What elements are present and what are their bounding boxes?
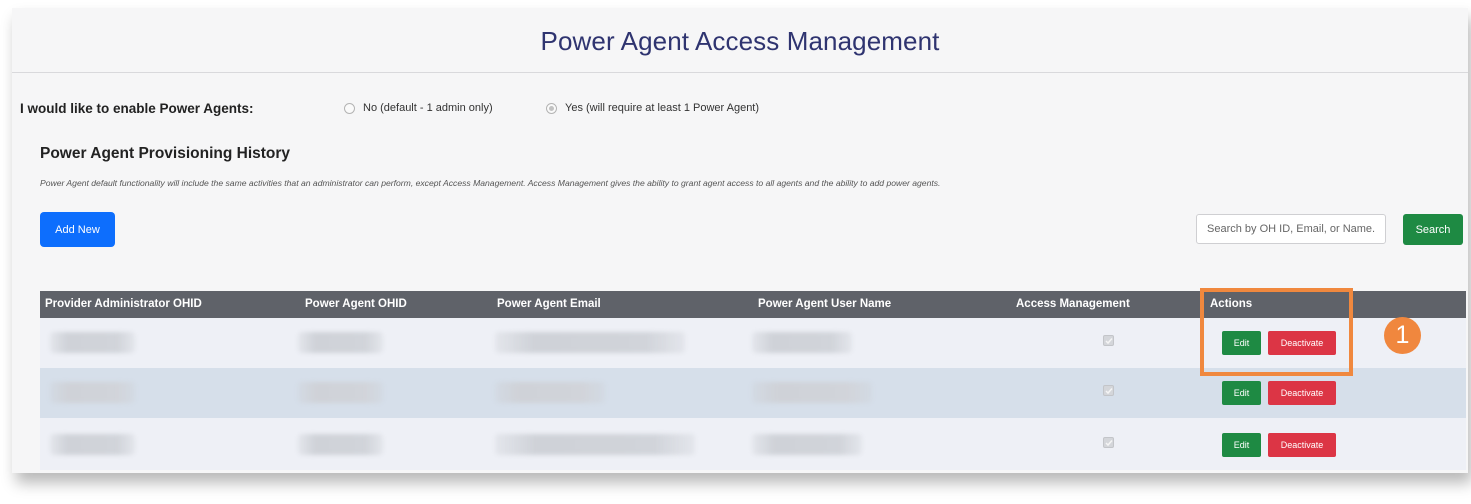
edit-button[interactable]: Edit — [1222, 433, 1261, 457]
access-management-checkbox[interactable] — [1103, 385, 1114, 396]
col-header-admin-ohid: Provider Administrator OHID — [45, 298, 202, 310]
step-number-badge: 1 — [1384, 317, 1421, 354]
search-button[interactable]: Search — [1403, 214, 1463, 245]
enable-power-agents-row: I would like to enable Power Agents: No … — [20, 100, 1460, 122]
redacted-agent-username — [752, 332, 852, 353]
redacted-agent-ohid — [298, 434, 383, 455]
page-header: Power Agent Access Management — [12, 8, 1468, 73]
table-row: Edit Deactivate — [40, 318, 1466, 368]
redacted-admin-ohid — [50, 434, 135, 455]
page-title: Power Agent Access Management — [540, 26, 940, 56]
radio-option-yes[interactable]: Yes (will require at least 1 Power Agent… — [546, 102, 759, 114]
check-icon — [1105, 440, 1113, 447]
redacted-admin-ohid — [50, 382, 135, 403]
table-row: Edit Deactivate — [40, 368, 1466, 418]
radio-yes-label: Yes (will require at least 1 Power Agent… — [565, 102, 760, 114]
col-header-agent-username: Power Agent User Name — [758, 298, 892, 310]
edit-button[interactable]: Edit — [1222, 381, 1261, 405]
deactivate-button[interactable]: Deactivate — [1268, 331, 1336, 355]
col-header-agent-email: Power Agent Email — [497, 298, 601, 310]
redacted-agent-ohid — [298, 332, 383, 353]
deactivate-button[interactable]: Deactivate — [1268, 381, 1336, 405]
table-row: Edit Deactivate — [40, 418, 1466, 470]
enable-label: I would like to enable Power Agents: — [20, 101, 254, 116]
section-description: Power Agent default functionality will i… — [40, 178, 941, 188]
deactivate-button[interactable]: Deactivate — [1268, 433, 1336, 457]
check-icon — [1105, 338, 1113, 345]
access-management-checkbox[interactable] — [1103, 437, 1114, 448]
edit-button[interactable]: Edit — [1222, 331, 1261, 355]
redacted-agent-email — [495, 382, 605, 403]
radio-no[interactable] — [344, 102, 355, 114]
radio-no-label: No (default - 1 admin only) — [363, 102, 493, 114]
access-management-checkbox[interactable] — [1103, 335, 1114, 346]
redacted-agent-ohid — [298, 382, 383, 403]
radio-option-no[interactable]: No (default - 1 admin only) — [344, 102, 493, 114]
col-header-access-management: Access Management — [1016, 298, 1130, 310]
check-icon — [1105, 388, 1113, 395]
redacted-admin-ohid — [50, 332, 135, 353]
col-header-actions: Actions — [1210, 298, 1253, 310]
radio-yes[interactable] — [546, 102, 557, 114]
col-header-agent-ohid: Power Agent OHID — [305, 298, 407, 310]
redacted-agent-username — [752, 382, 872, 403]
redacted-agent-email — [495, 434, 695, 455]
redacted-agent-email — [495, 332, 685, 353]
provisioning-table: Provider Administrator OHID Power Agent … — [40, 291, 1466, 470]
app-window: Power Agent Access Management I would li… — [12, 8, 1468, 473]
section-title: Power Agent Provisioning History — [40, 145, 291, 162]
add-new-button[interactable]: Add New — [40, 212, 115, 247]
redacted-agent-username — [752, 434, 862, 455]
search-input[interactable] — [1196, 214, 1386, 244]
table-header: Provider Administrator OHID Power Agent … — [40, 291, 1466, 318]
